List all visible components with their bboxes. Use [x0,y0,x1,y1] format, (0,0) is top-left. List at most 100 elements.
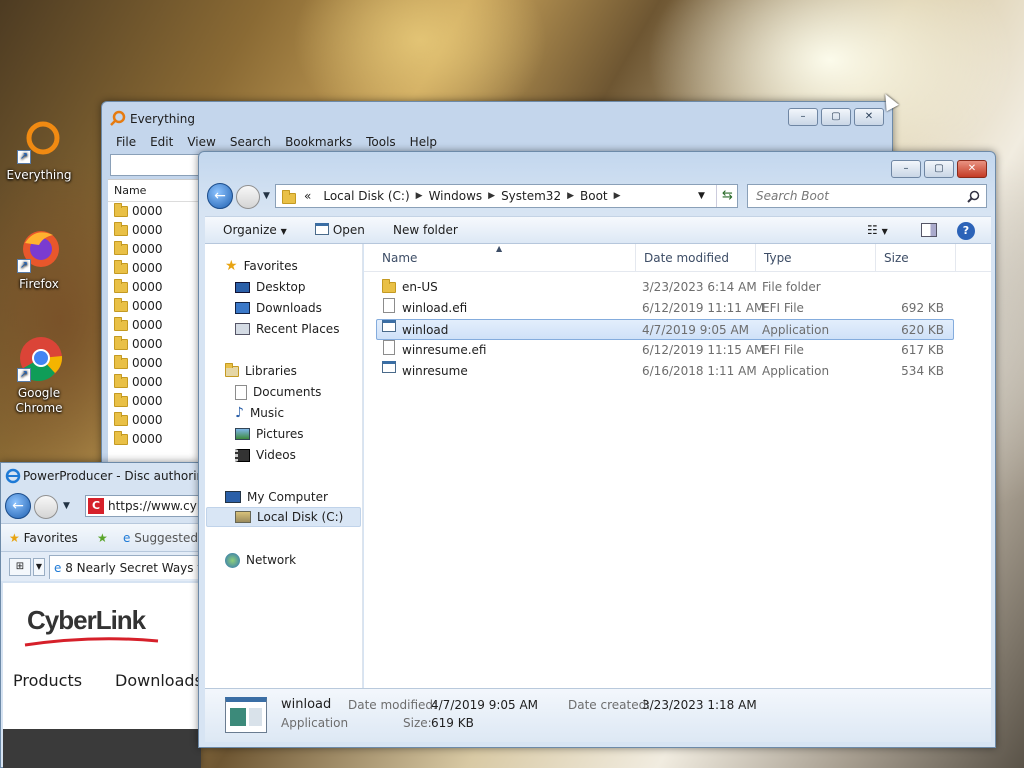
folder-icon [114,222,128,236]
menu-file[interactable]: File [116,132,136,152]
nav-libraries[interactable]: Libraries [225,361,297,381]
file-list-pane[interactable]: Name ▲ Date modified Type Size en-US 3/2… [364,244,991,688]
list-item[interactable]: 0000 [108,430,208,449]
list-item[interactable]: 0000 [108,392,208,411]
breadcrumb-windows[interactable]: Windows [423,189,489,203]
breadcrumb-boot[interactable]: Boot [574,189,614,203]
tab-list-dropdown[interactable]: ▼ [33,558,45,576]
web-page[interactable]: CyberLink Products Downloads [3,583,203,768]
open-button[interactable]: Open [315,217,365,244]
add-favorites-icon[interactable]: ★ [97,524,108,551]
list-item[interactable]: 0000 [108,354,208,373]
forward-button[interactable] [34,495,58,519]
menu-search[interactable]: Search [230,132,271,152]
file-row-winresume[interactable]: winresume 6/16/2018 1:11 AM Application … [376,361,954,382]
list-item[interactable]: 0000 [108,202,208,221]
folder-icon [114,431,128,445]
new-folder-button[interactable]: New folder [393,217,458,244]
back-button[interactable]: ← [207,183,233,209]
minimize-button[interactable]: – [891,160,921,178]
quick-tabs-button[interactable]: ⊞ [9,558,31,576]
breadcrumb-system32[interactable]: System32 [495,189,567,203]
list-item[interactable]: 0000 [108,297,208,316]
nav-videos[interactable]: Videos [235,445,296,465]
address-dropdown-icon[interactable]: ▼ [698,191,705,201]
computer-icon [225,491,241,503]
desktop-icon-chrome[interactable]: ↗ Google Chrome [2,334,76,416]
menu-tools[interactable]: Tools [366,132,396,152]
file-row-winload[interactable]: winload 4/7/2019 9:05 AM Application 620… [376,319,954,340]
explorer-window[interactable]: – ▢ ✕ ← ▼ « Local Disk (C:) ▶ Windows ▶ Sy… [198,151,996,748]
breadcrumb-arrow-icon[interactable]: ▶ [488,191,495,201]
nav-recent-places[interactable]: Recent Places [235,319,339,339]
list-item[interactable]: 0000 [108,278,208,297]
column-header-type[interactable]: Type [756,244,876,272]
desktop-icon-firefox[interactable]: ↗ Firefox [2,225,76,292]
nav-favorites[interactable]: ★ Favorites [225,256,298,276]
desktop-icon-everything[interactable]: ↗ Everything [2,116,76,183]
menu-bookmarks[interactable]: Bookmarks [285,132,352,152]
maximize-button[interactable]: ▢ [924,160,954,178]
nav-products-link[interactable]: Products [13,671,82,690]
breadcrumb-arrow-icon[interactable]: ▶ [567,191,574,201]
refresh-icon[interactable]: ⇆ [716,185,738,207]
everything-search-input[interactable] [110,154,210,176]
list-item[interactable]: 0000 [108,373,208,392]
nav-dropdown-icon[interactable]: ▼ [63,501,70,511]
nav-network[interactable]: Network [225,550,296,570]
view-options-icon[interactable]: ☷ ▼ [867,217,888,245]
folder-icon [114,279,128,293]
window-title: Everything [130,112,195,126]
forward-button[interactable] [236,185,260,209]
menu-edit[interactable]: Edit [150,132,173,152]
menu-view[interactable]: View [187,132,215,152]
breadcrumb-local-disk[interactable]: Local Disk (C:) [317,189,415,203]
close-button[interactable]: ✕ [957,160,987,178]
column-header-date[interactable]: Date modified [636,244,756,272]
nav-downloads-link[interactable]: Downloads [115,671,203,690]
list-item[interactable]: 0000 [108,411,208,430]
column-header-name[interactable]: Name [108,180,208,202]
nav-music[interactable]: ♪ Music [235,403,284,423]
menu-bar: File Edit View Search Bookmarks Tools He… [108,132,886,152]
file-row-winload-efi[interactable]: winload.efi 6/12/2019 11:11 AM EFI File … [376,298,954,319]
file-row-en-us[interactable]: en-US 3/23/2023 6:14 AM File folder [376,277,954,298]
browser-window[interactable]: PowerProducer - Disc authoring f ← ▼ C h… [0,462,220,768]
list-item[interactable]: 0000 [108,240,208,259]
organize-button[interactable]: Organize ▼ [223,217,287,245]
list-item[interactable]: 0000 [108,335,208,354]
list-item[interactable]: 0000 [108,221,208,240]
breadcrumb-arrow-icon[interactable]: ▶ [614,191,621,201]
address-bar[interactable]: « Local Disk (C:) ▶ Windows ▶ System32 ▶ Bo… [275,184,738,208]
suggested-sites-link[interactable]: e Suggested [123,524,198,551]
nav-pictures[interactable]: Pictures [235,424,304,444]
favorites-button[interactable]: ★ Favorites [9,524,78,551]
list-item[interactable]: 0000 [108,316,208,335]
browser-tab[interactable]: e 8 Nearly Secret Ways to [49,555,201,579]
nav-desktop[interactable]: Desktop [235,277,306,297]
back-button[interactable]: ← [5,493,31,519]
close-button[interactable]: ✕ [854,108,884,126]
nav-my-computer[interactable]: My Computer [225,487,328,507]
recent-locations-dropdown[interactable]: ▼ [263,191,270,201]
breadcrumb-arrow-icon[interactable]: ▶ [416,191,423,201]
address-bar[interactable]: C https://www.cyb [85,495,205,517]
nav-local-disk[interactable]: Local Disk (C:) [206,507,361,527]
navigation-pane[interactable]: ★ Favorites Desktop Downloads Recent Plac… [205,244,363,688]
nav-documents[interactable]: Documents [235,382,321,402]
folder-icon [114,355,128,369]
file-row-winresume-efi[interactable]: winresume.efi 6/12/2019 11:15 AM EFI Fil… [376,340,954,361]
maximize-button[interactable]: ▢ [821,108,851,126]
nav-downloads[interactable]: Downloads [235,298,322,318]
minimize-button[interactable]: – [788,108,818,126]
preview-pane-icon[interactable] [921,223,937,237]
list-item[interactable]: 0000 [108,259,208,278]
desktop-icon-label: Everything [6,168,72,182]
overflow-chevron-icon[interactable]: « [296,189,317,203]
help-icon[interactable]: ? [957,222,975,240]
search-input[interactable]: Search Boot [747,184,987,208]
star-icon: ★ [9,531,20,545]
column-header-size[interactable]: Size [876,244,956,272]
cyberlink-logo[interactable]: CyberLink [24,605,159,647]
menu-help[interactable]: Help [410,132,437,152]
